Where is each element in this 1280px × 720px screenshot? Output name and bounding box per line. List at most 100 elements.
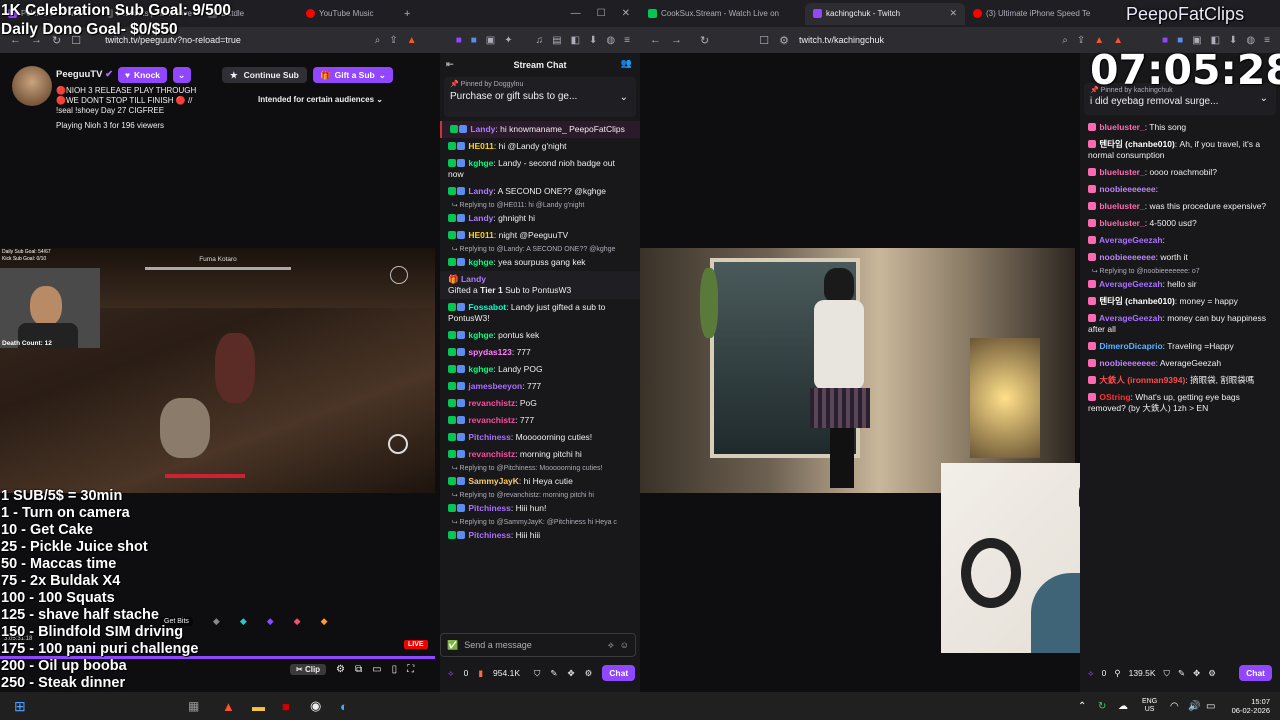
chat-message[interactable]: blueluster_: 4-5000 usd? xyxy=(1080,215,1280,232)
settings-icon[interactable]: ⚙ xyxy=(585,668,593,679)
reload-icon[interactable]: ↻ xyxy=(700,34,709,47)
miniplayer-icon[interactable]: ▭ xyxy=(372,664,381,675)
chat-username[interactable]: 텐타임 (chanbe010) xyxy=(1097,139,1174,149)
chat-username[interactable]: blueluster_ xyxy=(1097,218,1144,228)
chat-username[interactable]: kghge xyxy=(466,364,493,374)
chat-username[interactable]: kghge xyxy=(466,158,493,168)
chat-username[interactable]: OString xyxy=(1097,392,1130,402)
share-icon[interactable]: ⇪ xyxy=(1077,35,1085,46)
wallet-icon[interactable]: ◍ xyxy=(1246,35,1255,46)
chat-username[interactable]: spydas123 xyxy=(466,347,511,357)
menu-icon[interactable]: ≡ xyxy=(1264,35,1270,46)
chat-message[interactable]: Fossabot: Landy just gifted a sub to Pon… xyxy=(440,299,640,327)
language-indicator[interactable]: ENG US xyxy=(1142,698,1157,714)
music-icon[interactable]: ♫ xyxy=(536,35,544,46)
chat-username[interactable]: blueluster_ xyxy=(1097,167,1144,177)
continue-sub-button[interactable]: ★ Continue Sub xyxy=(222,67,307,83)
chat-username[interactable]: 텐타임 (chanbe010) xyxy=(1097,296,1174,306)
close-tab-icon[interactable]: ✕ xyxy=(949,8,957,19)
shield-icon[interactable]: ⛉ xyxy=(1164,668,1170,679)
battery-icon[interactable]: ▭ xyxy=(1206,701,1215,712)
chat-username[interactable]: noobieeeeeee xyxy=(1097,184,1155,194)
streamer-avatar[interactable] xyxy=(12,66,52,106)
chat-message[interactable]: blueluster_: was this procedure expensiv… xyxy=(1080,198,1280,215)
tray-app-icon[interactable]: ↻ xyxy=(1098,701,1106,712)
brave-icon[interactable]: ▲ xyxy=(222,699,235,714)
emote-icon[interactable]: ✥ xyxy=(568,668,575,679)
zoom-icon[interactable]: ⌕ xyxy=(1062,35,1068,46)
chat-message[interactable]: kghge: pontus kek xyxy=(440,327,640,344)
tab-youtube[interactable]: (3) Ultimate iPhone Speed Te xyxy=(965,3,1105,25)
clock[interactable]: 15:07 06-02-2026 xyxy=(1222,697,1270,715)
sidebar-icon[interactable]: ◧ xyxy=(571,35,580,46)
sidebar-icon[interactable]: ◧ xyxy=(1211,35,1220,46)
chat-username[interactable]: blueluster_ xyxy=(1097,201,1144,211)
bits-icon[interactable]: ⟡ xyxy=(608,640,614,651)
chat-message[interactable]: 텐타임 (chanbe010): money = happy xyxy=(1080,293,1280,310)
chat-send-button[interactable]: Chat xyxy=(1239,665,1272,681)
forward-icon[interactable]: → xyxy=(671,34,682,46)
warning-icon[interactable]: ▲ xyxy=(1113,35,1123,46)
bits-gem-icon[interactable]: ◆ xyxy=(240,616,247,627)
chat-message[interactable]: kghge: Landy - second nioh badge out now xyxy=(440,155,640,183)
reading-list-icon[interactable]: ▤ xyxy=(552,35,561,46)
share-icon[interactable]: ⇪ xyxy=(389,35,397,46)
gift-sub-button[interactable]: 🎁 Gift a Sub ⌄ xyxy=(313,67,393,83)
downloads-icon[interactable]: ⬇ xyxy=(1229,35,1237,46)
chat-message[interactable]: DimeroDicaprio: Traveling =Happy xyxy=(1080,338,1280,355)
clip-button[interactable]: ✂ Clip xyxy=(290,664,327,675)
chevron-down-icon[interactable]: ⌄ xyxy=(620,92,628,103)
bits-gem-icon[interactable]: ◆ xyxy=(321,616,328,627)
irl-video[interactable] xyxy=(640,248,1075,493)
edit-icon[interactable]: ✎ xyxy=(550,668,557,679)
start-icon[interactable]: ⊞ xyxy=(14,698,26,715)
chat-message[interactable]: AverageGeezah: hello sir xyxy=(1080,276,1280,293)
chat-username[interactable]: AverageGeezah xyxy=(1097,279,1162,289)
tab-youtube-music[interactable]: YouTube Music xyxy=(298,3,396,25)
wallet-icon[interactable]: ◍ xyxy=(606,35,615,46)
chat-username[interactable]: kghge xyxy=(466,330,493,340)
channel-points-icon[interactable]: ⟡ xyxy=(1088,668,1094,679)
chat-username[interactable]: AverageGeezah xyxy=(1097,235,1162,245)
close-icon[interactable]: ✕ xyxy=(622,8,630,19)
extension-icon[interactable]: ■ xyxy=(1162,35,1168,46)
chat-username[interactable]: HE011 xyxy=(466,230,494,240)
chat-username[interactable]: noobieeeeeee xyxy=(1097,358,1155,368)
extensions-puzzle-icon[interactable]: ✦ xyxy=(504,35,512,46)
brave-shield-icon[interactable]: ▲ xyxy=(407,35,417,46)
chat-username[interactable]: SammyJayK xyxy=(466,476,519,486)
bits-gem-icon[interactable]: ◆ xyxy=(294,616,301,627)
chat-message[interactable]: kghge: Landy POG xyxy=(440,361,640,378)
chat-username[interactable]: Pitchiness xyxy=(466,503,511,513)
taskbar-app-icon[interactable]: ▦ xyxy=(188,699,199,713)
gift-user[interactable]: Landy xyxy=(461,274,486,284)
emote-icon[interactable]: ✥ xyxy=(1193,668,1200,679)
minimize-icon[interactable]: — xyxy=(571,8,581,19)
edit-icon[interactable]: ✎ xyxy=(1178,668,1185,679)
shield-icon[interactable]: ⛉ xyxy=(534,668,540,679)
chat-message[interactable]: HE011: night @PeeguuTV xyxy=(440,227,640,244)
volume-icon[interactable]: 🔊 xyxy=(1188,701,1200,712)
tray-app-icon[interactable]: ☁ xyxy=(1118,701,1128,712)
chat-message[interactable]: noobieeeeeee: worth it xyxy=(1080,249,1280,266)
popout-icon[interactable]: ⧉ xyxy=(355,664,362,675)
extension-icon[interactable]: ▣ xyxy=(486,35,495,46)
chat-message[interactable]: Pitchiness: Mooooorning cuties! xyxy=(440,429,640,446)
chat-message[interactable]: SammyJayK: hi Heya cutie xyxy=(440,473,640,490)
tray-chevron-icon[interactable]: ⌃ xyxy=(1078,701,1086,712)
users-icon[interactable]: 👥 xyxy=(621,58,632,69)
app-icon[interactable]: ◐ xyxy=(340,699,348,714)
pinned-message[interactable]: 📌 Pinned by Doggylnu Purchase or gift su… xyxy=(444,77,636,117)
chat-username[interactable]: kghge xyxy=(466,257,493,267)
chat-message[interactable]: blueluster_: This song xyxy=(1080,119,1280,136)
chat-message[interactable]: AverageGeezah: xyxy=(1080,232,1280,249)
chat-message[interactable]: revanchistz: PoG xyxy=(440,395,640,412)
chat-username[interactable]: Fossabot xyxy=(466,302,506,312)
chat-message[interactable]: kghge: yea sourpuss gang kek xyxy=(440,254,640,271)
chat-message[interactable]: revanchistz: 777 xyxy=(440,412,640,429)
chat-username[interactable]: Landy xyxy=(466,186,493,196)
extension-icon[interactable]: ■ xyxy=(1177,35,1183,46)
menu-icon[interactable]: ≡ xyxy=(624,35,630,46)
bits-gem-icon[interactable]: ◆ xyxy=(267,616,274,627)
chat-username[interactable]: Pitchiness xyxy=(466,530,511,540)
